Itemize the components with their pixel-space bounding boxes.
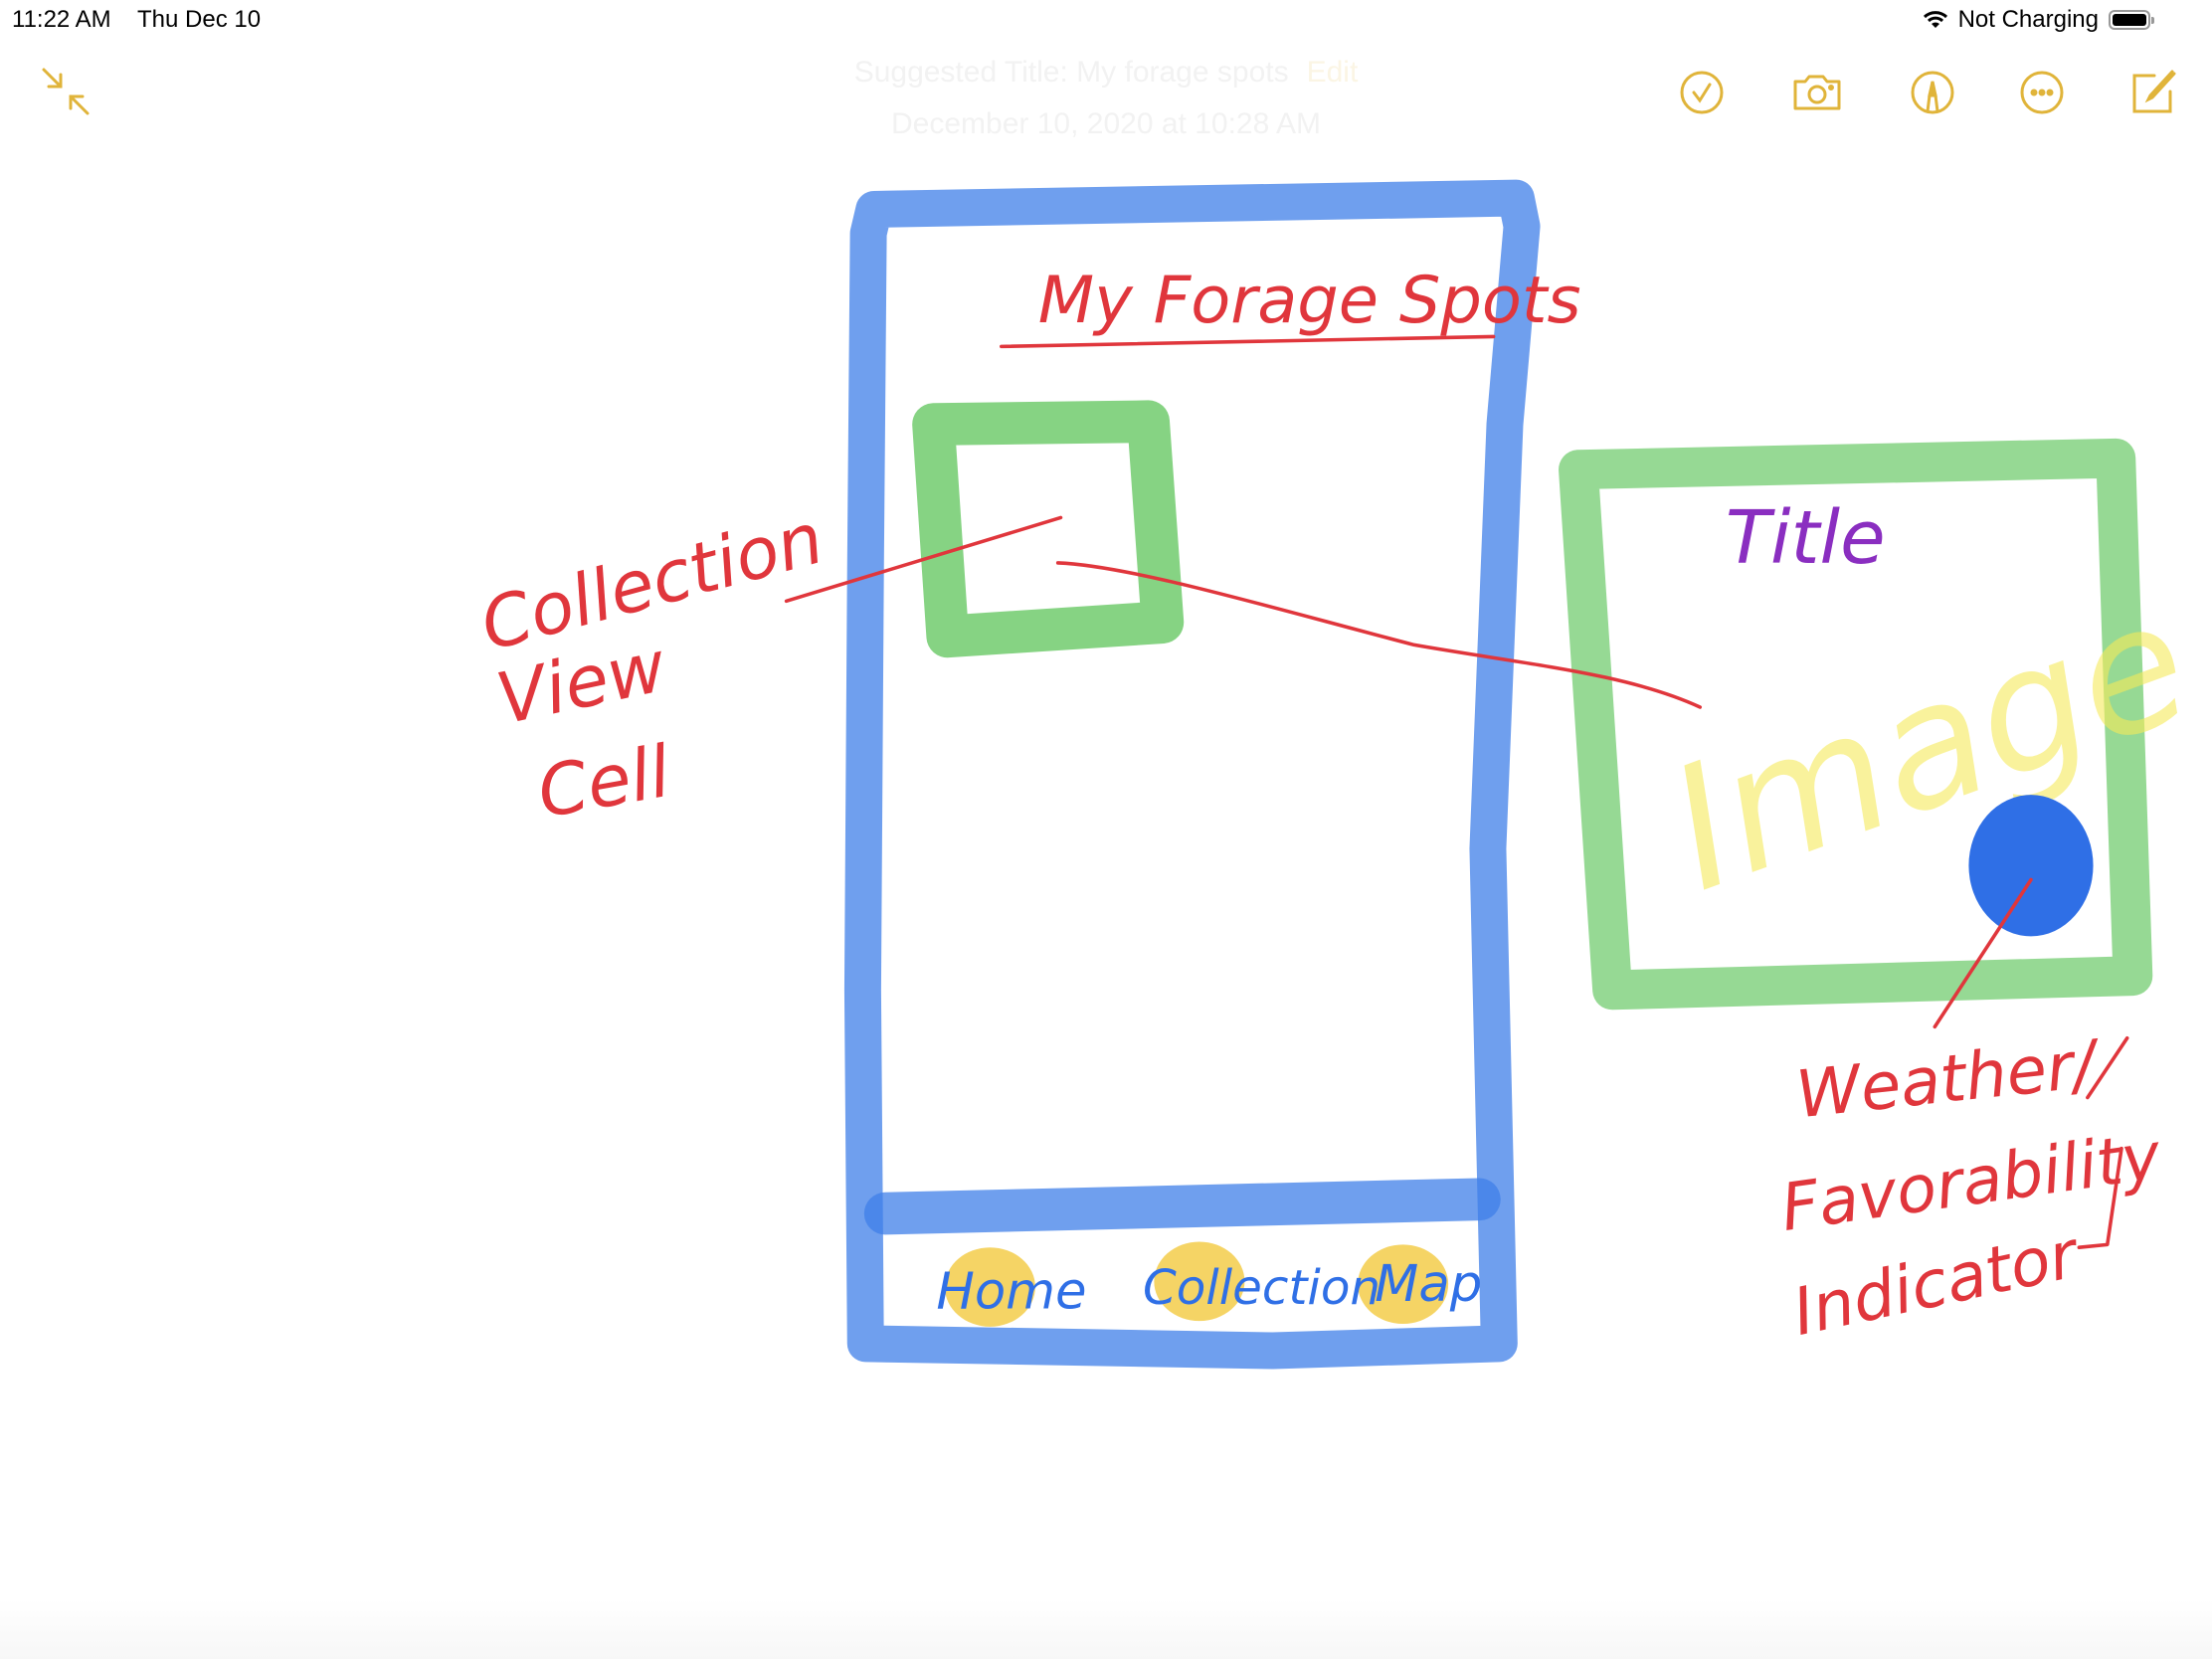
detail-card-sketch: Image Title bbox=[1559, 438, 2212, 1011]
screen-title: My Forage Spots bbox=[1038, 263, 1581, 338]
detail-title: Title bbox=[1726, 495, 1886, 581]
weather-indicator-dot bbox=[1968, 795, 2094, 937]
bottom-edge bbox=[0, 1599, 2212, 1659]
phone-sketch bbox=[843, 179, 1541, 1370]
cell-label-line3: Cell bbox=[532, 730, 676, 834]
indicator-label-line2: Favorability bbox=[1776, 1118, 2166, 1246]
tab-home: Home bbox=[936, 1261, 1086, 1321]
drawing-canvas[interactable]: Home Collection Map My Forage Spots Imag… bbox=[0, 0, 2212, 1659]
collection-cell-sketch bbox=[912, 400, 1185, 658]
tab-collection: Collection bbox=[1143, 1260, 1381, 1316]
indicator-label-line1: Weather/ bbox=[1793, 1026, 2105, 1134]
tab-map: Map bbox=[1375, 1254, 1482, 1314]
